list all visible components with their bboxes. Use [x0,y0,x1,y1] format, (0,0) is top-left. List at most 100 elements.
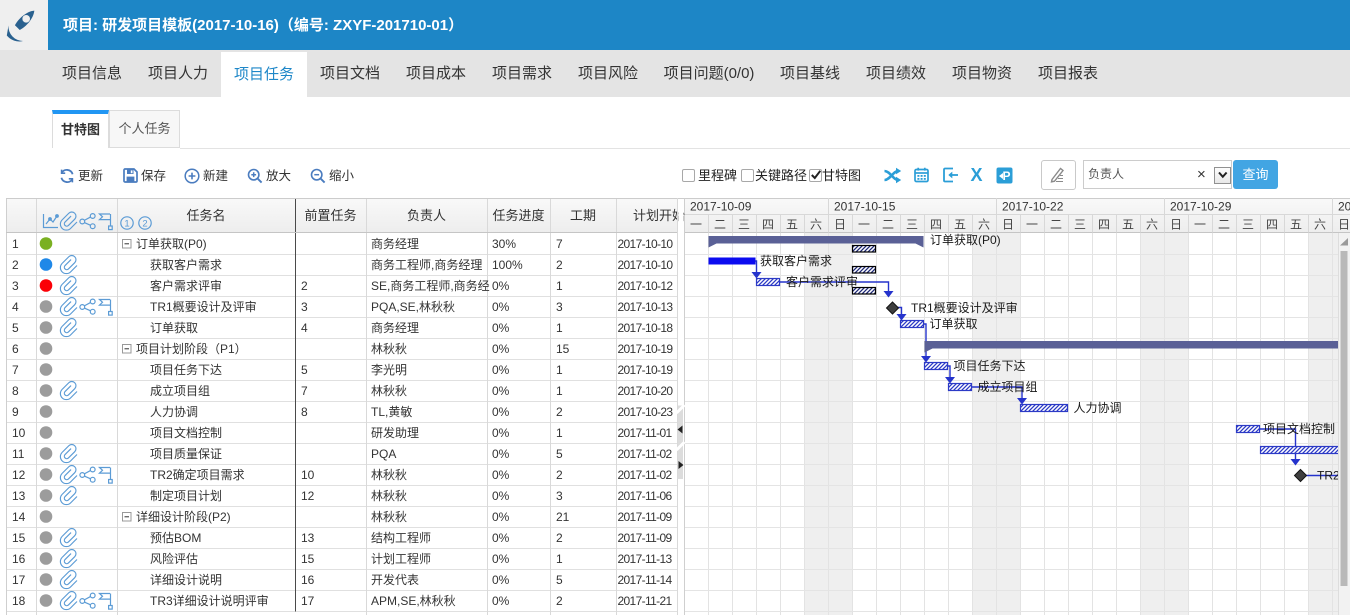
svg-text:风险评估: 风险评估 [150,551,198,566]
svg-text:11: 11 [12,447,25,461]
svg-text:5: 5 [556,573,563,587]
svg-text:一: 一 [1026,218,1038,232]
svg-text:2: 2 [556,594,563,608]
svg-text:APM,SE,林秋秋: APM,SE,林秋秋 [371,594,456,608]
svg-text:预估BOM: 预估BOM [150,531,201,545]
svg-text:研发助理: 研发助理 [371,425,419,440]
svg-text:1: 1 [556,552,563,566]
svg-text:7: 7 [12,363,19,377]
svg-text:2017-11-02: 2017-11-02 [618,468,673,482]
svg-text:前置任务: 前置任务 [304,208,356,223]
svg-text:四: 四 [762,218,774,232]
svg-text:SE,商务工程师,商务经: SE,商务工程师,商务经 [371,278,490,293]
svg-text:二: 二 [1050,218,1062,232]
svg-text:四: 四 [930,218,942,232]
svg-text:负责人: 负责人 [407,208,446,223]
svg-text:项目质量保证: 项目质量保证 [150,447,222,461]
svg-text:结构工程师: 结构工程师 [371,530,431,545]
svg-text:2017-11-09: 2017-11-09 [618,510,673,524]
svg-text:12: 12 [12,468,26,482]
svg-text:任务进度: 任务进度 [492,208,544,223]
svg-text:人力协调: 人力协调 [150,404,198,419]
svg-text:0%: 0% [492,531,510,545]
svg-text:二: 二 [714,218,726,232]
svg-text:五: 五 [954,218,966,232]
svg-text:项目任务下达: 项目任务下达 [150,362,222,377]
svg-text:7: 7 [301,384,308,398]
svg-text:PQA,SE,林秋秋: PQA,SE,林秋秋 [371,300,455,314]
svg-text:13: 13 [301,531,315,545]
svg-text:0%: 0% [492,426,510,440]
svg-text:一: 一 [858,218,870,232]
svg-text:8: 8 [12,384,19,398]
svg-text:2017-10-15: 2017-10-15 [834,200,896,214]
svg-text:18: 18 [12,594,26,608]
svg-text:4: 4 [301,321,308,335]
svg-text:2017-10-20: 2017-10-20 [618,384,674,398]
svg-text:2: 2 [556,258,563,272]
svg-text:2: 2 [12,258,19,272]
svg-text:2017-11-01: 2017-11-01 [618,426,673,440]
svg-text:林秋秋: 林秋秋 [371,342,407,356]
svg-text:客户需求评审: 客户需求评审 [150,278,222,293]
svg-text:21: 21 [556,510,570,524]
svg-text:2017-11-02: 2017-11-02 [618,447,673,461]
svg-text:1: 1 [556,321,563,335]
svg-text:2017-10-19: 2017-10-19 [618,342,674,356]
svg-text:林秋秋: 林秋秋 [371,510,407,524]
svg-text:8: 8 [301,405,308,419]
svg-text:2017-11-13: 2017-11-13 [618,552,673,566]
svg-text:2017-10-10: 2017-10-10 [618,237,674,251]
svg-text:一: 一 [1194,218,1206,232]
svg-text:3: 3 [556,300,563,314]
svg-text:订单获取: 订单获取 [150,321,198,335]
svg-text:获取客户需求: 获取客户需求 [150,257,222,272]
svg-text:四: 四 [1266,218,1278,232]
svg-text:1: 1 [556,426,563,440]
svg-text:100%: 100% [492,258,523,272]
svg-text:计划工程师: 计划工程师 [371,551,431,566]
svg-text:0%: 0% [492,363,510,377]
svg-text:2017-10-19: 2017-10-19 [618,363,674,377]
svg-text:六: 六 [978,218,990,232]
svg-text:TR3详细设计说明评审: TR3详细设计说明评审 [150,593,269,608]
svg-text:日: 日 [1338,218,1350,232]
svg-text:2017-10-09: 2017-10-09 [690,200,752,214]
svg-text:0%: 0% [492,510,510,524]
svg-text:17: 17 [12,573,26,587]
svg-text:1: 1 [556,384,563,398]
svg-text:1: 1 [556,279,563,293]
svg-text:2: 2 [301,279,308,293]
svg-text:工期: 工期 [570,208,596,223]
svg-text:6: 6 [12,342,19,356]
svg-text:5: 5 [301,363,308,377]
svg-text:客户需求评审: 客户需求评审 [786,274,858,289]
svg-text:任务名: 任务名 [186,208,225,223]
svg-text:成立项目组: 成立项目组 [978,379,1038,394]
svg-text:2: 2 [556,468,563,482]
svg-text:李光明: 李光明 [371,362,407,377]
svg-text:日: 日 [1170,218,1182,232]
svg-text:5: 5 [12,321,19,335]
svg-text:项目文档控制: 项目文档控制 [1263,421,1335,436]
svg-text:13: 13 [12,489,26,503]
svg-text:15: 15 [556,342,570,356]
svg-text:2017-11-09: 2017-11-09 [618,531,673,545]
svg-text:三: 三 [906,218,918,232]
svg-text:详细设计阶段(P2): 详细设计阶段(P2) [136,509,231,524]
svg-text:3: 3 [556,489,563,503]
svg-text:商务经理: 商务经理 [371,236,419,251]
svg-text:六: 六 [1314,218,1326,232]
svg-text:TR1概要设计及评审: TR1概要设计及评审 [911,300,1018,315]
svg-text:开发代表: 开发代表 [371,572,419,587]
svg-text:成立项目组: 成立项目组 [150,383,210,398]
svg-text:2017-10-22: 2017-10-22 [1002,200,1064,214]
svg-text:2017-11-14: 2017-11-14 [618,573,673,587]
svg-text:PQA: PQA [371,447,396,461]
svg-text:5: 5 [556,447,563,461]
svg-text:0%: 0% [492,279,510,293]
svg-text:2017-11-05: 2017-11-05 [1338,200,1350,214]
svg-text:0%: 0% [492,573,510,587]
svg-text:五: 五 [1122,218,1134,232]
svg-text:订单获取(P0): 订单获取(P0) [136,237,207,251]
